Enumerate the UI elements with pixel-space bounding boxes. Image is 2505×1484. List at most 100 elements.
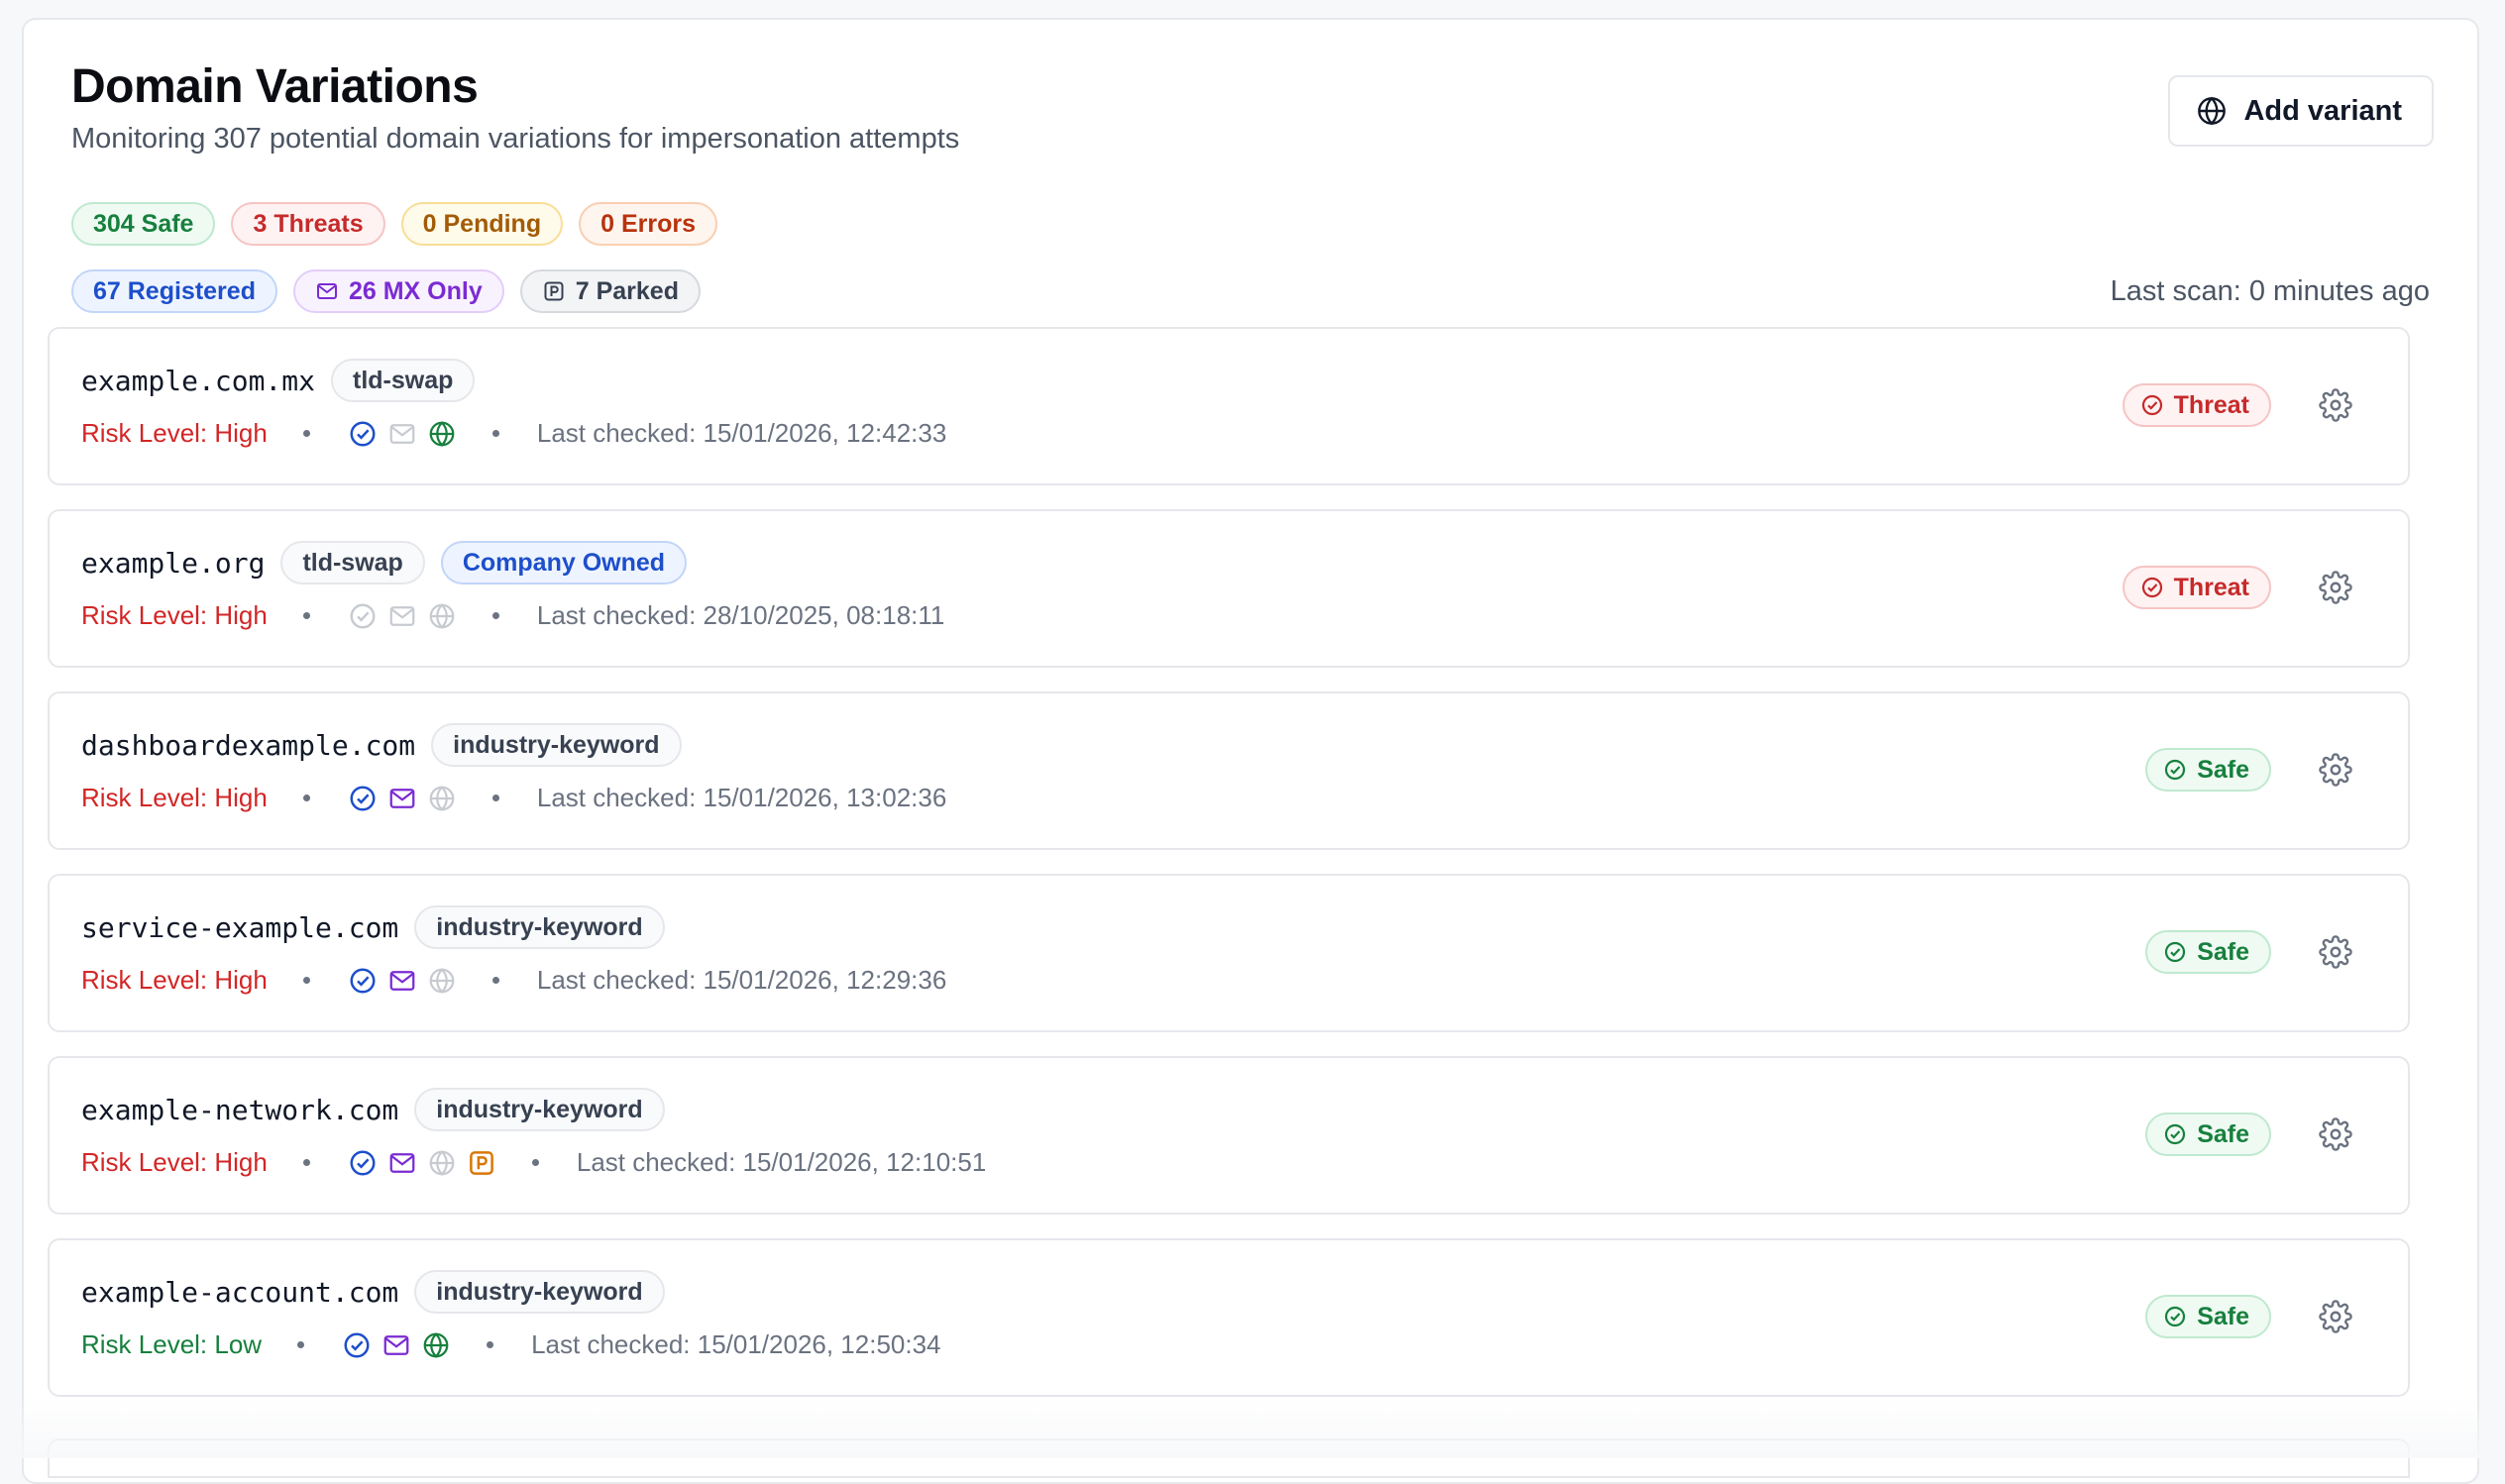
- domain-name: example-account.com: [81, 1275, 399, 1309]
- settings-gear-icon[interactable]: [2319, 753, 2352, 787]
- globe-icon: [429, 420, 455, 447]
- signal-icons: [348, 601, 457, 631]
- mail-icon: [383, 1334, 409, 1355]
- separator-dot: [302, 977, 310, 984]
- variant-type-tag: industry-keyword: [414, 1088, 665, 1131]
- globe-icon: [423, 1331, 449, 1358]
- mail-icon: [316, 283, 337, 299]
- registration-summary: 67 Registered 26 MX Only 7 Parked: [71, 269, 701, 313]
- signal-icons: [348, 784, 457, 813]
- last-checked: Last checked: 15/01/2026, 12:29:36: [536, 965, 947, 995]
- parked-count-badge[interactable]: 7 Parked: [519, 269, 701, 313]
- risk-level: Risk Level: High: [81, 783, 268, 812]
- domain-row[interactable]: example-account.com industry-keyword Ris…: [48, 1238, 2410, 1397]
- variant-type-tag: industry-keyword: [414, 1270, 665, 1314]
- add-variant-button[interactable]: Add variant: [2168, 75, 2434, 147]
- page-subtitle: Monitoring 307 potential domain variatio…: [71, 123, 960, 155]
- status-badge: Safe: [2145, 1113, 2271, 1156]
- status-badge: Threat: [2122, 566, 2271, 609]
- check-circle-icon: [2141, 394, 2162, 416]
- settings-gear-icon[interactable]: [2319, 571, 2352, 604]
- company-owned-tag: Company Owned: [440, 541, 688, 584]
- safe-count-badge[interactable]: 304 Safe: [71, 202, 216, 246]
- domain-row[interactable]: dashboardexample.com industry-keyword Ri…: [48, 691, 2410, 850]
- last-checked: Last checked: 15/01/2026, 12:42:33: [536, 418, 947, 448]
- registered-check-icon: [350, 968, 376, 993]
- separator-dot: [297, 1341, 305, 1348]
- signal-icons: [342, 1330, 451, 1360]
- variant-type-tag: tld-swap: [280, 541, 425, 584]
- status-label: Threat: [2173, 573, 2249, 601]
- domain-name: example.org: [81, 546, 266, 580]
- variant-type-tag: industry-keyword: [414, 905, 665, 949]
- last-checked: Last checked: 15/01/2026, 12:50:34: [531, 1329, 941, 1359]
- status-label: Safe: [2197, 755, 2249, 784]
- status-badge: Threat: [2122, 383, 2271, 427]
- mx-only-count-badge[interactable]: 26 MX Only: [292, 269, 504, 313]
- globe-icon: [429, 1149, 455, 1176]
- last-checked: Last checked: 28/10/2025, 08:18:11: [536, 600, 945, 630]
- domain-name: example-network.com: [81, 1093, 399, 1126]
- errors-count-badge[interactable]: 0 Errors: [579, 202, 717, 246]
- mail-icon: [389, 605, 415, 626]
- signal-icons: [348, 1148, 496, 1178]
- signal-icons: [348, 966, 457, 996]
- registered-check-icon: [350, 1150, 376, 1175]
- domain-name: example.com.mx: [81, 364, 316, 397]
- settings-gear-icon[interactable]: [2319, 388, 2352, 422]
- registered-check-icon: [344, 1332, 370, 1357]
- status-label: Safe: [2197, 1302, 2249, 1330]
- registered-count-badge[interactable]: 67 Registered: [71, 269, 277, 313]
- mx-only-label: 26 MX Only: [348, 276, 483, 305]
- risk-level: Risk Level: High: [81, 418, 268, 448]
- last-scan-text: Last scan: 0 minutes ago: [2110, 275, 2430, 307]
- last-checked: Last checked: 15/01/2026, 12:10:51: [576, 1147, 987, 1177]
- check-circle-icon: [2141, 577, 2162, 598]
- separator-dot: [531, 1159, 539, 1166]
- domain-row[interactable]: example.org tld-swap Company Owned Risk …: [48, 509, 2410, 668]
- risk-level: Risk Level: Low: [81, 1329, 263, 1359]
- separator-dot: [302, 1159, 310, 1166]
- pending-count-badge[interactable]: 0 Pending: [400, 202, 564, 246]
- globe-icon: [2198, 96, 2227, 126]
- domain-name: service-example.com: [81, 910, 399, 944]
- status-label: Threat: [2173, 390, 2249, 419]
- separator-dot: [302, 612, 310, 619]
- page-header: Domain Variations Monitoring 307 potenti…: [71, 63, 2434, 156]
- check-circle-icon: [2165, 1306, 2186, 1327]
- globe-icon: [429, 785, 455, 811]
- domain-name: dashboardexample.com: [81, 728, 416, 762]
- separator-dot: [302, 795, 310, 801]
- separator-dot: [491, 795, 499, 801]
- status-label: Safe: [2197, 937, 2249, 966]
- domain-row[interactable]: example.com.mx tld-swap Risk Level: High…: [48, 327, 2410, 485]
- status-summary: 304 Safe 3 Threats 0 Pending 0 Errors: [71, 202, 717, 246]
- separator-dot: [491, 977, 499, 984]
- settings-gear-icon[interactable]: [2319, 935, 2352, 969]
- mail-icon: [389, 423, 415, 444]
- check-circle-icon: [2165, 941, 2186, 963]
- risk-level: Risk Level: High: [81, 600, 268, 630]
- variant-type-tag: industry-keyword: [431, 723, 682, 767]
- last-checked: Last checked: 15/01/2026, 13:02:36: [536, 783, 947, 812]
- settings-gear-icon[interactable]: [2319, 1300, 2352, 1333]
- domain-row[interactable]: example-network.com industry-keyword Ris…: [48, 1056, 2410, 1215]
- separator-dot: [487, 1341, 494, 1348]
- page-title: Domain Variations: [71, 60, 479, 113]
- settings-gear-icon[interactable]: [2319, 1117, 2352, 1151]
- mail-icon: [389, 788, 415, 808]
- status-badge: Safe: [2145, 1295, 2271, 1338]
- separator-dot: [491, 612, 499, 619]
- registered-label: 67 Registered: [93, 276, 256, 305]
- parked-icon: [544, 281, 564, 301]
- domain-row[interactable]: service-example.com industry-keyword Ris…: [48, 874, 2410, 1032]
- registered-check-icon: [350, 421, 376, 446]
- threats-count-badge[interactable]: 3 Threats: [231, 202, 385, 246]
- check-circle-icon: [2165, 759, 2186, 781]
- bottom-fade: [0, 1397, 2505, 1458]
- signal-icons: [348, 419, 457, 449]
- parked-icon: [469, 1150, 493, 1175]
- variant-type-tag: tld-swap: [331, 359, 476, 402]
- registered-check-icon: [350, 786, 376, 810]
- separator-dot: [491, 430, 499, 437]
